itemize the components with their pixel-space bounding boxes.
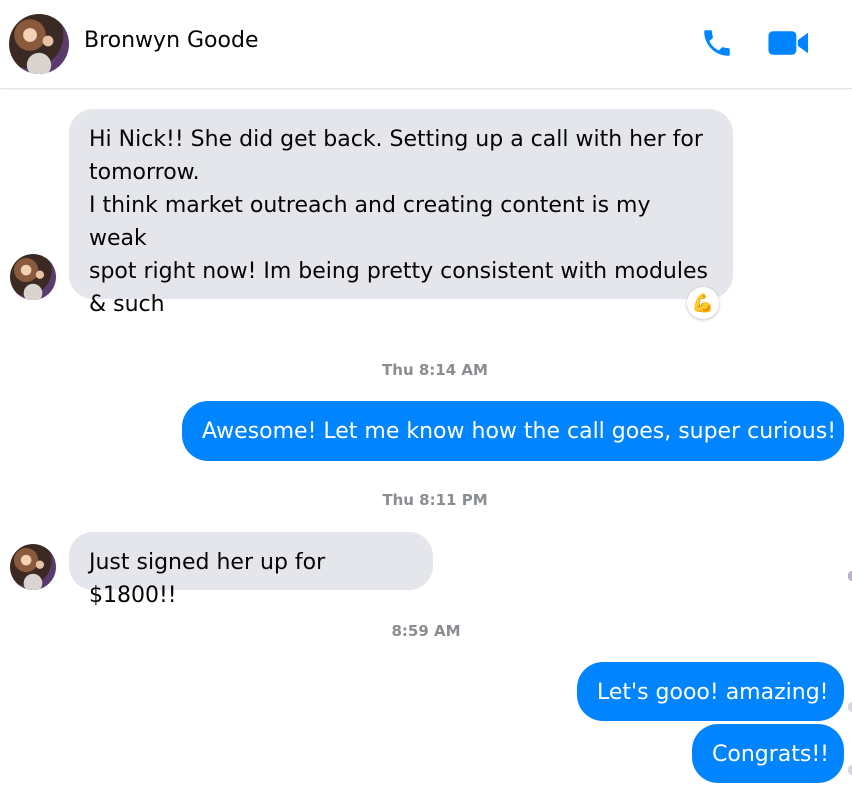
message-line: Hi Nick!! She did get back. Setting up a…: [89, 127, 703, 152]
timestamp: 8:59 AM: [391, 622, 461, 640]
outgoing-message[interactable]: Awesome! Let me know how the call goes, …: [182, 401, 844, 461]
sent-status-icon: [848, 702, 852, 712]
message-line: tomorrow.: [89, 160, 200, 185]
message-line: spot right now! Im being pretty consiste…: [89, 259, 708, 284]
message-line: I think market outreach and creating con…: [89, 193, 651, 251]
flexed-biceps-reaction-icon[interactable]: 💪: [687, 287, 719, 319]
timestamp: Thu 8:14 AM: [382, 361, 488, 379]
incoming-message[interactable]: Hi Nick!! She did get back. Setting up a…: [69, 109, 733, 317]
conversation-header: Bronwyn Goode: [0, 0, 852, 89]
outgoing-message[interactable]: Congrats!!: [692, 724, 844, 783]
contact-name[interactable]: Bronwyn Goode: [84, 28, 258, 53]
read-receipt-avatar: [848, 571, 852, 581]
sender-avatar[interactable]: [10, 544, 56, 590]
outgoing-message[interactable]: Let's gooo! amazing!: [577, 662, 844, 721]
phone-icon[interactable]: [700, 26, 734, 60]
info-icon[interactable]: [842, 26, 852, 60]
contact-avatar[interactable]: [9, 14, 69, 74]
message-line: & such: [89, 292, 165, 317]
sent-status-icon: [848, 765, 852, 775]
timestamp: Thu 8:11 PM: [382, 491, 488, 509]
incoming-message[interactable]: Just signed her up for $1800!!: [69, 532, 433, 608]
sender-avatar[interactable]: [10, 254, 56, 300]
video-camera-icon[interactable]: [767, 26, 811, 60]
